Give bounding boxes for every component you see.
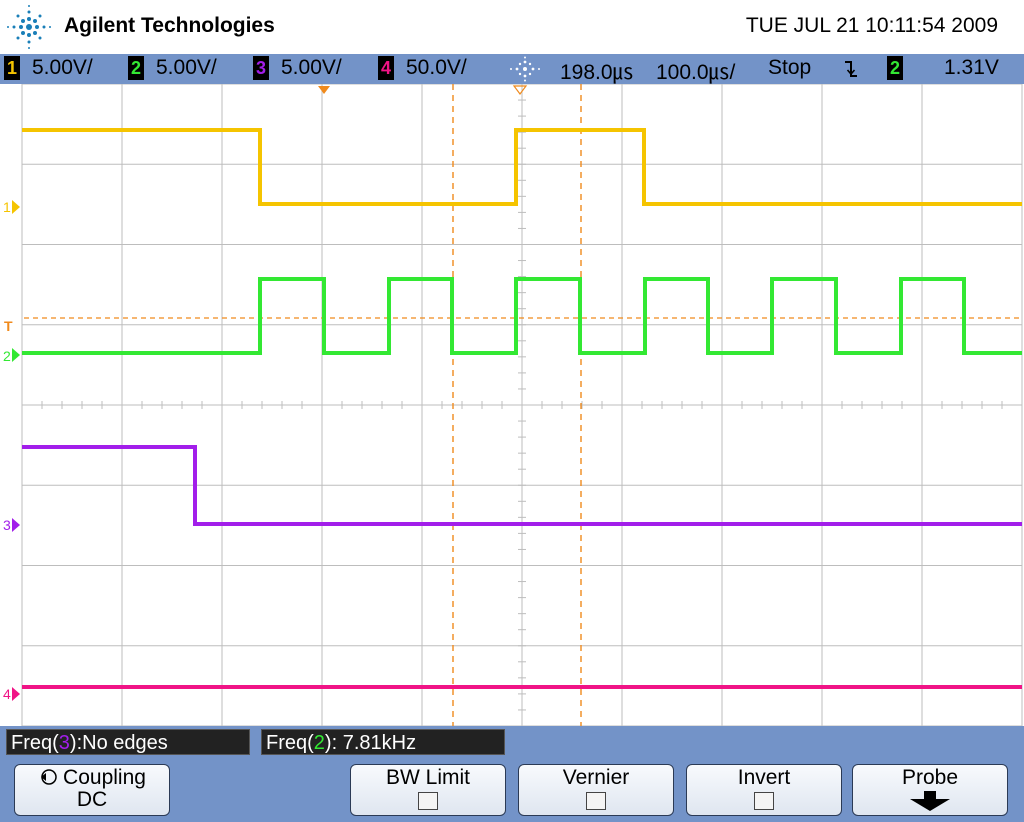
channel-1-ground-arrow bbox=[12, 200, 20, 214]
channel-2-ground-arrow bbox=[12, 348, 20, 362]
run-state: Stop bbox=[768, 56, 812, 79]
graticule bbox=[21, 84, 1023, 726]
trigger-source[interactable]: 2 bbox=[887, 56, 915, 80]
bw-limit-softkey[interactable]: BW Limit bbox=[350, 764, 506, 816]
channel-3-scale[interactable]: 3 5.00V/ bbox=[253, 56, 342, 80]
channel-3-badge: 3 bbox=[253, 56, 269, 80]
down-arrow-icon bbox=[910, 791, 950, 811]
measurement-freq-ch2: Freq(2): 7.81kHz bbox=[261, 729, 505, 755]
invert-checkbox[interactable] bbox=[754, 792, 774, 810]
status-bar: 1 5.00V/ 2 5.00V/ 3 5.00V/ 4 50.0V/ 198.0㎲ 1… bbox=[0, 54, 1024, 84]
horizontal-delay[interactable]: 198.0㎲ bbox=[560, 56, 634, 86]
falling-edge-icon bbox=[845, 61, 857, 77]
agilent-spark-logo-icon bbox=[7, 5, 51, 49]
channel-2-scale[interactable]: 2 5.00V/ bbox=[128, 56, 217, 80]
measurement-freq-ch3: Freq(3):No edges bbox=[6, 729, 250, 755]
trigger-source-badge: 2 bbox=[887, 56, 903, 80]
channel-3-scale-value: 5.00V/ bbox=[281, 56, 342, 79]
channel-4-ground-arrow bbox=[12, 687, 20, 701]
bw-limit-checkbox[interactable] bbox=[418, 792, 438, 810]
invert-softkey[interactable]: Invert bbox=[686, 764, 842, 816]
measurement-result: ):No edges bbox=[69, 732, 168, 754]
trigger-level[interactable]: 1.31V bbox=[944, 56, 999, 80]
channel-2-ground-marker[interactable]: 2 bbox=[3, 348, 11, 364]
coupling-label: Coupling bbox=[15, 767, 169, 789]
coupling-softkey[interactable]: Coupling DC bbox=[14, 764, 170, 816]
measurement-result: ): 7.81kHz bbox=[324, 732, 417, 754]
measurement-prefix: Freq( bbox=[11, 732, 59, 754]
delay-reference-marker bbox=[512, 85, 528, 95]
channel-4-scale-value: 50.0V/ bbox=[406, 56, 467, 79]
channel-3-ground-marker[interactable]: 3 bbox=[3, 517, 11, 533]
vernier-label: Vernier bbox=[562, 766, 630, 789]
timebase-spark-icon bbox=[510, 56, 540, 82]
date-time: TUE JUL 21 10:11:54 2009 bbox=[745, 14, 998, 37]
channel-1-badge: 1 bbox=[4, 56, 20, 80]
channel-4-scale[interactable]: 4 50.0V/ bbox=[378, 56, 467, 80]
measurement-prefix: Freq( bbox=[266, 732, 314, 754]
vernier-checkbox[interactable] bbox=[586, 792, 606, 810]
coupling-value: DC bbox=[76, 788, 108, 811]
invert-label: Invert bbox=[737, 766, 791, 789]
coupling-label-text: Coupling bbox=[63, 766, 146, 789]
channel-4-ground-marker[interactable]: 4 bbox=[3, 686, 11, 702]
waveform-display[interactable]: 1 T 2 3 4 bbox=[0, 84, 1024, 726]
bw-limit-label: BW Limit bbox=[386, 766, 470, 789]
channel-2-scale-value: 5.00V/ bbox=[156, 56, 217, 79]
channel-4-badge: 4 bbox=[378, 56, 394, 80]
probe-label: Probe bbox=[901, 766, 959, 789]
softkey-panel: Freq(3):No edges Freq(2): 7.81kHz Coupli… bbox=[0, 726, 1024, 822]
channel-1-ground-marker[interactable]: 1 bbox=[3, 199, 11, 215]
channel-3-ground-arrow bbox=[12, 518, 20, 532]
measurement-channel: 3 bbox=[58, 732, 70, 754]
channel-1-scale[interactable]: 1 5.00V/ bbox=[4, 56, 93, 80]
brand-name: Agilent Technologies bbox=[64, 14, 275, 37]
channel-2-badge: 2 bbox=[128, 56, 144, 80]
header: Agilent Technologies TUE JUL 21 10:11:54… bbox=[0, 0, 1024, 54]
rotate-arrow-icon bbox=[41, 769, 57, 785]
timebase-scale[interactable]: 100.0㎲/ bbox=[656, 56, 735, 86]
trigger-level-marker[interactable]: T bbox=[4, 318, 13, 334]
measurement-channel: 2 bbox=[313, 732, 325, 754]
probe-softkey[interactable]: Probe bbox=[852, 764, 1008, 816]
channel-1-scale-value: 5.00V/ bbox=[32, 56, 93, 79]
trigger-position-marker[interactable] bbox=[318, 86, 330, 94]
vernier-softkey[interactable]: Vernier bbox=[518, 764, 674, 816]
